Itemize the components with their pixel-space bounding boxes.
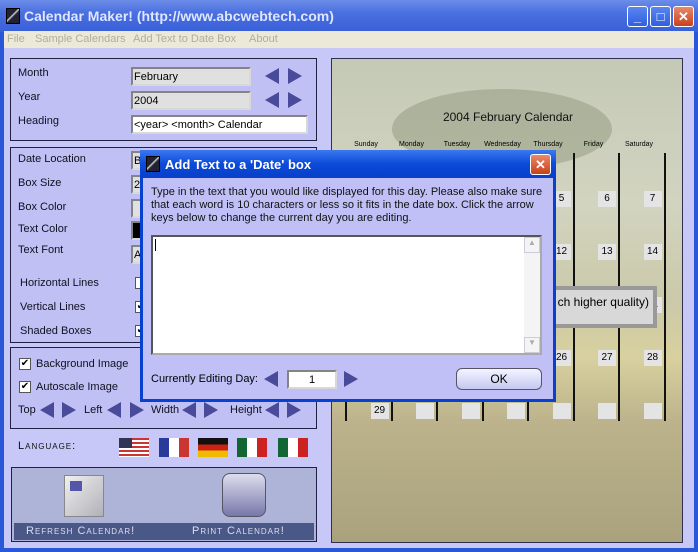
date-box[interactable] (598, 403, 616, 419)
box-color-label: Box Color (18, 201, 67, 213)
heading-label: Heading (18, 115, 59, 127)
editing-day-field[interactable]: 1 (287, 370, 337, 389)
us-flag-icon[interactable] (119, 438, 149, 457)
date-box[interactable] (552, 403, 571, 419)
date-box[interactable]: 27 (598, 350, 616, 366)
year-field[interactable]: 2004 (131, 91, 251, 110)
date-box[interactable]: 6 (598, 191, 616, 207)
dialog-title-bar: Add Text to a 'Date' box ✕ (140, 150, 556, 178)
menu-about[interactable]: About (249, 33, 278, 45)
date-settings-group: Month February Year 2004 Heading <year> … (10, 58, 317, 141)
menu-add-text[interactable]: Add Text to Date Box (133, 33, 236, 45)
left-increase-arrow-icon[interactable] (130, 402, 144, 418)
top-increase-arrow-icon[interactable] (62, 402, 76, 418)
vertical-lines-label: Vertical Lines (20, 301, 86, 313)
month-field[interactable]: February (131, 67, 251, 86)
date-box[interactable]: 7 (643, 191, 662, 207)
left-decrease-arrow-icon[interactable] (107, 402, 121, 418)
background-image-checkbox[interactable]: ✔ (19, 358, 31, 370)
ok-button[interactable]: OK (456, 368, 542, 390)
scroll-up-arrow-icon[interactable]: ▲ (524, 237, 540, 253)
app-icon (6, 8, 20, 24)
dialog-app-icon (146, 156, 160, 172)
close-button[interactable]: ✕ (673, 6, 694, 27)
maximize-button[interactable]: □ (650, 6, 671, 27)
date-box[interactable]: 14 (643, 244, 662, 260)
date-box[interactable] (643, 403, 662, 419)
date-box[interactable]: 29 (370, 403, 389, 419)
quality-notice-text: ch higher quality) (557, 295, 649, 309)
title-bar: Calendar Maker! (http://www.abcwebtech.c… (0, 0, 698, 32)
width-increase-arrow-icon[interactable] (204, 402, 218, 418)
day-text-area[interactable]: ▲ ▼ (151, 235, 542, 355)
printer-icon[interactable] (222, 473, 266, 517)
box-size-label: Box Size (18, 177, 62, 189)
top-label: Top (18, 404, 36, 416)
france-flag-icon[interactable] (159, 438, 189, 457)
prev-day-arrow-icon[interactable] (264, 371, 278, 387)
width-label: Width (151, 404, 180, 416)
top-decrease-arrow-icon[interactable] (40, 402, 54, 418)
date-location-label: Date Location (18, 153, 86, 165)
editing-day-label: Currently Editing Day: (151, 373, 258, 385)
refresh-calendar-button[interactable]: Refresh Calendar! (26, 525, 135, 537)
height-decrease-arrow-icon[interactable] (265, 402, 279, 418)
minimize-button[interactable]: _ (627, 6, 648, 27)
day-header: Saturday (624, 141, 654, 148)
height-increase-arrow-icon[interactable] (287, 402, 301, 418)
menu-bar: File Sample Calendars Add Text to Date B… (4, 31, 694, 48)
left-label: Left (84, 404, 103, 416)
print-calendar-button[interactable]: Print Calendar! (192, 525, 285, 537)
window-title: Calendar Maker! (http://www.abcwebtech.c… (24, 8, 334, 24)
menu-sample-calendars[interactable]: Sample Calendars (35, 33, 126, 45)
background-image-label: Background Image (36, 358, 129, 370)
month-prev-arrow-icon[interactable] (265, 68, 279, 84)
year-prev-arrow-icon[interactable] (265, 92, 279, 108)
refresh-document-icon[interactable] (64, 475, 104, 517)
text-cursor (155, 239, 156, 251)
year-next-arrow-icon[interactable] (288, 92, 302, 108)
horizontal-lines-label: Horizontal Lines (20, 277, 99, 289)
text-area-scrollbar[interactable]: ▲ ▼ (524, 237, 540, 353)
italy-flag-icon[interactable] (278, 438, 308, 457)
dialog-body: Type in the text that you would like dis… (143, 178, 553, 399)
height-label: Height (230, 404, 262, 416)
day-header: Friday (583, 141, 604, 148)
mexico-flag-icon[interactable] (237, 438, 267, 457)
add-text-dialog: Add Text to a 'Date' box ✕ Type in the t… (140, 150, 556, 402)
width-decrease-arrow-icon[interactable] (182, 402, 196, 418)
actions-bar: Refresh Calendar! Print Calendar! (14, 523, 314, 540)
germany-flag-icon[interactable] (198, 438, 228, 457)
day-header: Sunday (354, 141, 378, 148)
text-color-label: Text Color (18, 223, 68, 235)
next-day-arrow-icon[interactable] (344, 371, 358, 387)
heading-field[interactable]: <year> <month> Calendar (131, 115, 308, 134)
day-header: Tuesday (443, 141, 471, 148)
calendar-heading: 2004 February Calendar (442, 110, 574, 124)
text-font-label: Text Font (18, 244, 64, 256)
month-label: Month (18, 67, 49, 79)
dialog-title: Add Text to a 'Date' box (165, 157, 312, 172)
autoscale-checkbox[interactable]: ✔ (19, 381, 31, 393)
day-header: Monday (399, 141, 424, 148)
date-box[interactable]: 28 (643, 350, 662, 366)
autoscale-label: Autoscale Image (36, 381, 118, 393)
scroll-down-arrow-icon[interactable]: ▼ (524, 337, 540, 353)
vertical-grid-line (663, 153, 666, 421)
day-header: Thursday (533, 141, 563, 148)
dialog-close-button[interactable]: ✕ (530, 154, 551, 175)
dialog-instructions: Type in the text that you would like dis… (151, 186, 543, 224)
date-box[interactable] (507, 403, 525, 419)
year-label: Year (18, 91, 41, 103)
month-next-arrow-icon[interactable] (288, 68, 302, 84)
date-box[interactable]: 13 (598, 244, 616, 260)
day-header: Wednesday (484, 141, 521, 148)
actions-panel: Refresh Calendar! Print Calendar! (11, 467, 317, 542)
date-box[interactable] (461, 403, 480, 419)
shaded-boxes-label: Shaded Boxes (20, 325, 92, 337)
date-box[interactable] (416, 403, 434, 419)
menu-file[interactable]: File (7, 33, 25, 45)
language-label: Language: (18, 440, 77, 452)
